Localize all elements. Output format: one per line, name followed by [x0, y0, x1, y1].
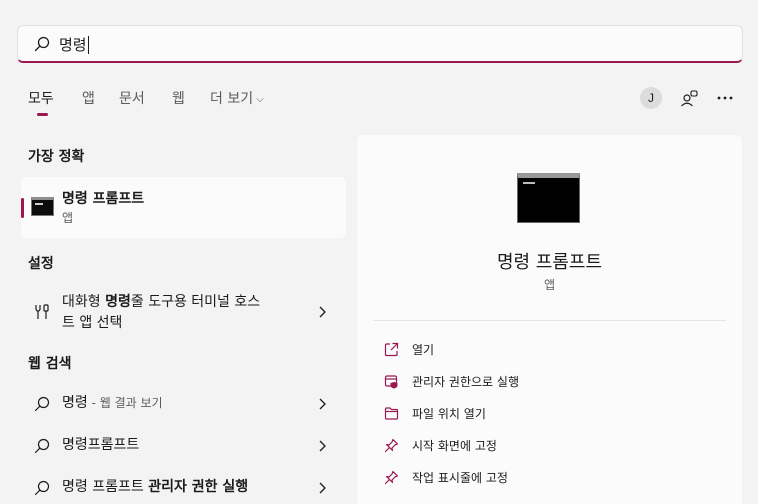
search-icon: [34, 480, 50, 496]
more-options-icon[interactable]: [714, 87, 736, 109]
best-match-title: 명령 프롬프트: [62, 191, 145, 207]
search-icon: [34, 438, 50, 454]
settings-item-terminal-host[interactable]: 대화형 명령줄 도구용 터미널 호스 트 앱 선택: [21, 292, 346, 334]
action-label: 열기: [412, 343, 435, 357]
search-query: 명령: [59, 36, 87, 54]
action-label: 시작 화면에 고정: [412, 439, 497, 453]
action-label: 관리자 권한으로 실행: [412, 375, 519, 389]
selection-indicator: [21, 198, 24, 218]
pin-icon: [384, 438, 399, 453]
search-icon: [34, 396, 50, 412]
web-search-item[interactable]: 명령프롬프트: [21, 434, 346, 458]
command-prompt-large-icon: [517, 173, 580, 223]
active-tab-indicator: [37, 113, 48, 116]
tab-all[interactable]: 모두: [28, 88, 54, 108]
avatar[interactable]: J: [640, 87, 662, 109]
divider: [373, 320, 726, 321]
web-search-label: 명령프롬프트: [62, 437, 140, 453]
web-search-item[interactable]: 명령 - 웹 결과 보기: [21, 392, 346, 416]
shield-admin-icon: [384, 375, 398, 389]
web-search-heading: 웹 검색: [28, 356, 72, 372]
action-label: 파일 위치 열기: [412, 407, 486, 421]
detail-panel: 명령 프롬프트 앱 열기 관리자 권한으로 실행 파일 위치 열기 시작 화면에…: [357, 135, 742, 504]
search-icon: [34, 36, 50, 52]
chevron-down-icon: ⌵: [256, 94, 264, 105]
detail-subtitle: 앱: [543, 278, 556, 292]
settings-heading: 설정: [28, 256, 54, 272]
settings-item-label: 대화형 명령줄 도구용 터미널 호스 트 앱 선택: [62, 294, 261, 331]
chevron-right-icon: [319, 482, 326, 494]
action-label: 작업 표시줄에 고정: [412, 471, 508, 485]
web-search-item[interactable]: 명령 프롬프트 관리자 권한 실행: [21, 476, 346, 500]
tab-web[interactable]: 웹: [172, 88, 185, 108]
chevron-right-icon: [319, 306, 326, 318]
command-prompt-icon: [31, 197, 54, 216]
best-match-item[interactable]: 명령 프롬프트 앱: [21, 177, 346, 238]
pin-icon: [384, 470, 399, 485]
settings-tools-icon: [35, 304, 49, 319]
tab-apps[interactable]: 앱: [82, 88, 95, 108]
tab-more[interactable]: 더 보기 ⌵: [210, 88, 264, 108]
text-caret: [87, 35, 89, 54]
best-match-heading: 가장 정확: [28, 149, 85, 165]
detail-title: 명령 프롬프트: [496, 252, 603, 273]
chevron-right-icon: [319, 398, 326, 410]
tab-documents[interactable]: 문서: [119, 88, 145, 108]
web-search-label: 명령 프롬프트 관리자 권한 실행: [62, 479, 249, 495]
folder-icon: [384, 407, 399, 420]
chevron-right-icon: [319, 440, 326, 452]
connected-accounts-icon[interactable]: [678, 87, 700, 109]
search-box[interactable]: 명령: [17, 25, 743, 63]
search-input[interactable]: 명령: [59, 34, 89, 55]
web-search-label: 명령 - 웹 결과 보기: [62, 395, 163, 411]
open-external-icon: [384, 342, 399, 357]
best-match-subtitle: 앱: [62, 211, 74, 225]
